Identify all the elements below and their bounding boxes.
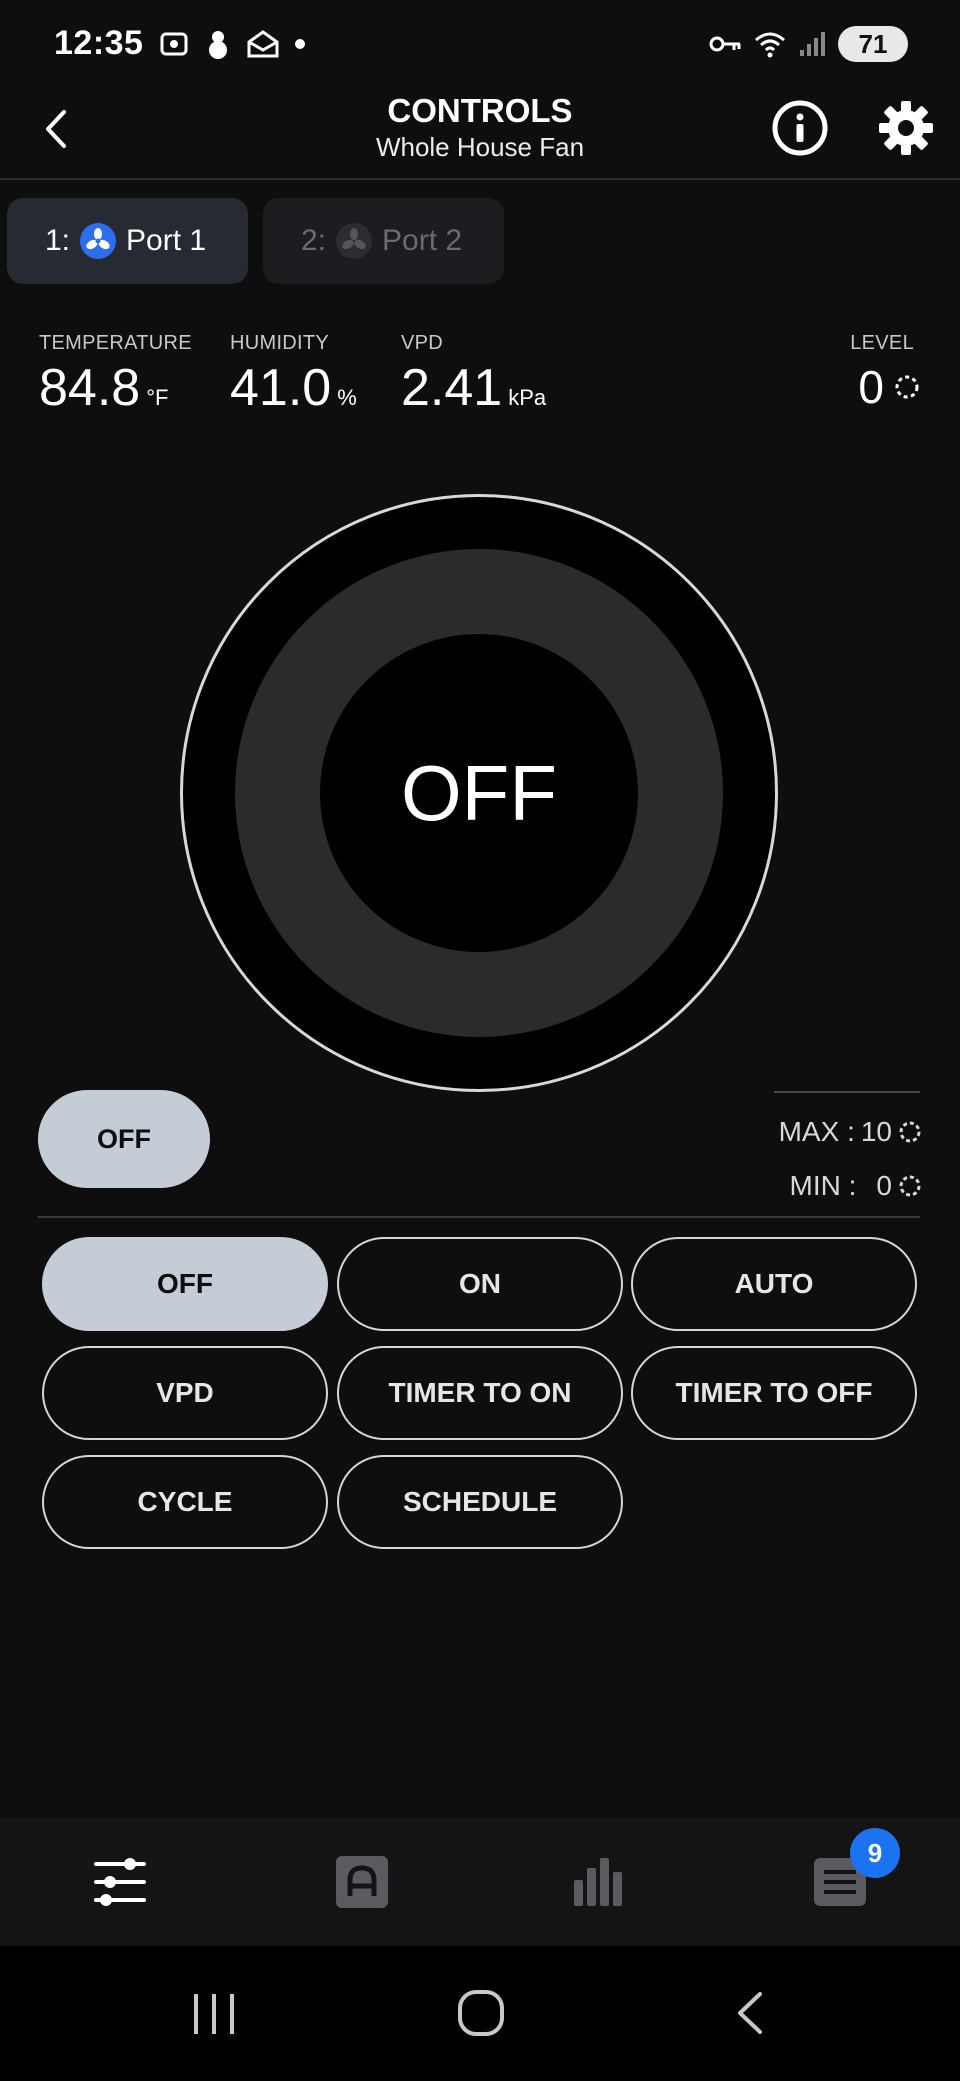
dial-state-label: OFF (320, 634, 638, 952)
tab-label: Port 2 (382, 224, 463, 257)
fan-icon (336, 223, 373, 259)
home-button[interactable] (456, 1988, 506, 2043)
section-divider (38, 1216, 920, 1218)
tab-port-2[interactable]: 2: Port 2 (263, 198, 504, 284)
humidity-unit: % (337, 385, 357, 410)
back-arrow-icon (738, 1992, 762, 2034)
status-notification-icons (158, 28, 306, 60)
automation-icon (336, 1856, 388, 1908)
level-reading: 0 (858, 360, 920, 414)
dot-icon (295, 39, 305, 49)
signal-icon (800, 32, 825, 56)
min-label: MIN : (789, 1170, 857, 1201)
nav-data[interactable] (570, 1852, 630, 1912)
mode-on-button[interactable]: ON (337, 1237, 623, 1331)
max-level-setting[interactable]: MAX : 10 (779, 1116, 922, 1148)
tab-index: 2: (301, 224, 327, 257)
mode-auto-button[interactable]: AUTO (631, 1237, 917, 1331)
battery-indicator: 71 (838, 26, 908, 62)
home-icon (458, 1990, 504, 2036)
info-icon (772, 100, 828, 156)
key-icon (709, 36, 741, 52)
mode-timer-to-on-button[interactable]: TIMER TO ON (337, 1346, 623, 1440)
level-label: LEVEL (850, 332, 914, 354)
mode-schedule-button[interactable]: SCHEDULE (337, 1455, 623, 1549)
notification-badge: 9 (850, 1828, 900, 1878)
temperature-label: TEMPERATURE (39, 332, 192, 354)
temperature-unit: °F (146, 385, 169, 410)
humidity-reading: 41.0% (230, 358, 357, 418)
vpd-reading: 2.41 kPa (401, 358, 546, 418)
tab-label: Port 1 (126, 224, 207, 257)
status-time: 12:35 (54, 24, 144, 62)
level-dotted-circle-icon (895, 375, 919, 399)
dotted-circle-icon (899, 1121, 921, 1143)
dotted-circle-icon (899, 1175, 921, 1197)
vpd-label: VPD (401, 332, 444, 354)
tab-port-1[interactable]: 1: Port 1 (7, 198, 248, 284)
min-value: 0 (876, 1170, 892, 1201)
max-value: 10 (860, 1116, 892, 1147)
mode-vpd-button[interactable]: VPD (42, 1346, 328, 1440)
recent-apps-icon (194, 1994, 234, 2034)
humidity-value: 41.0 (230, 359, 332, 417)
temperature-value: 84.8 (39, 359, 141, 417)
chart-icon (574, 1858, 622, 1906)
system-back-button[interactable] (730, 1988, 770, 2043)
temperature-reading: 84.8 °F (39, 358, 168, 418)
humidity-label: HUMIDITY (230, 332, 330, 354)
wifi-icon (755, 32, 785, 58)
nav-automation[interactable] (332, 1852, 392, 1912)
nav-controls[interactable] (90, 1852, 150, 1912)
settings-button[interactable] (876, 98, 936, 158)
tab-index: 1: (45, 224, 71, 257)
controls-icon (94, 1858, 146, 1906)
current-mode-button[interactable]: OFF (38, 1090, 210, 1188)
max-label: MAX : (778, 1116, 855, 1147)
header-divider (0, 178, 960, 180)
screenshot-icon (160, 32, 188, 56)
gear-icon (879, 101, 933, 155)
limits-divider (774, 1091, 920, 1093)
vpd-unit: kPa (508, 385, 547, 410)
recent-apps-button[interactable] (190, 1990, 238, 2043)
info-button[interactable] (770, 98, 830, 158)
mail-icon (247, 30, 279, 58)
fan-icon (80, 223, 117, 259)
battery-level: 71 (858, 28, 888, 59)
min-level-setting[interactable]: MIN : 0 (790, 1170, 922, 1202)
mode-cycle-button[interactable]: CYCLE (42, 1455, 328, 1549)
mode-off-button[interactable]: OFF (42, 1237, 328, 1331)
mode-timer-to-off-button[interactable]: TIMER TO OFF (631, 1346, 917, 1440)
snowman-icon (209, 31, 227, 59)
vpd-value: 2.41 (401, 359, 503, 417)
status-right-icons: 71 (708, 26, 908, 62)
level-value: 0 (858, 361, 884, 413)
